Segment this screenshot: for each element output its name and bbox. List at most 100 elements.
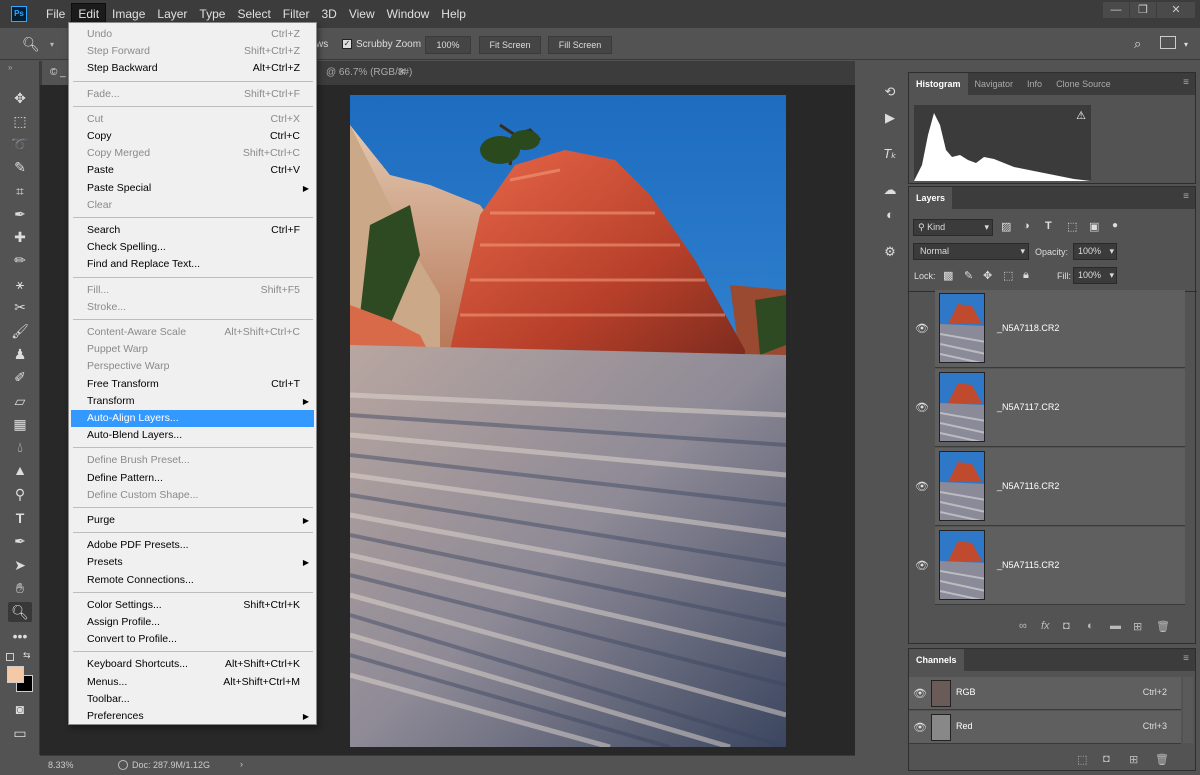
menu-item-transform[interactable]: Transform ▶ (71, 393, 314, 410)
layers-panel-menu-icon[interactable]: ≡ (1183, 191, 1189, 202)
layer-visibility-eye-icon[interactable]: 👁︎ (915, 480, 929, 493)
eyedropper-tool-icon[interactable]: ✒ (8, 204, 32, 224)
menu-item-auto-blend-layers[interactable]: Auto-Blend Layers... (71, 427, 314, 444)
screen-mode-icon[interactable]: ▭ (8, 723, 32, 743)
tool-preset-dropdown-icon[interactable]: ▾ (50, 40, 54, 49)
zoom-tool-button-icon[interactable]: 🔍︎ (8, 602, 32, 622)
layer-name[interactable]: _N5A7116.CR2 (997, 481, 1059, 491)
filter-pixel-icon[interactable]: ▨ (1001, 220, 1011, 233)
menu-item-auto-align-layers[interactable]: Auto-Align Layers... (71, 410, 314, 427)
menu-item-adobe-pdf-presets[interactable]: Adobe PDF Presets... (71, 537, 314, 554)
status-menu-arrow-icon[interactable]: › (240, 759, 243, 769)
document-photo[interactable] (350, 95, 786, 747)
menu-item-search[interactable]: Search Ctrl+F (71, 222, 314, 239)
libraries-icon[interactable]: ☁ (880, 180, 900, 200)
blend-mode-dropdown[interactable]: Normal ▾ (913, 243, 1029, 260)
quick-mask-icon[interactable]: ◙ (8, 699, 32, 719)
filter-shape-icon[interactable]: ⬚ (1067, 220, 1077, 233)
move-tool-icon[interactable]: ✥ (8, 88, 32, 108)
delete-layer-icon[interactable]: 🗑︎ (1156, 620, 1170, 633)
type-tool-icon[interactable]: T (8, 508, 32, 528)
actions-play-icon[interactable]: ▶ (880, 108, 900, 128)
lock-image-icon[interactable]: ✎ (964, 269, 973, 282)
tab-channels[interactable]: Channels (909, 649, 964, 671)
menu-item-toolbar[interactable]: Toolbar... (71, 691, 314, 708)
layer-style-icon[interactable]: fx (1041, 620, 1050, 632)
workspace-icon[interactable] (1160, 36, 1176, 49)
tab-info[interactable]: Info (1020, 73, 1049, 95)
save-selection-icon[interactable]: ◘ (1103, 753, 1110, 765)
lock-artboard-icon[interactable]: ⬚ (1003, 269, 1013, 282)
layer-visibility-eye-icon[interactable]: 👁︎ (915, 322, 929, 335)
layer-name[interactable]: _N5A7117.CR2 (997, 402, 1059, 412)
channel-row[interactable]: 👁︎ RGB Ctrl+2 (909, 677, 1181, 710)
lasso-tool-icon[interactable]: ➰ (8, 134, 32, 154)
art-brush-tool-icon[interactable]: 🖌︎ (8, 321, 32, 341)
workspace-dropdown-icon[interactable]: ▾ (1184, 40, 1188, 49)
layer-row[interactable]: _N5A7118.CR2 (935, 290, 1185, 368)
dodge-tool-icon[interactable]: ▲ (8, 460, 32, 480)
default-colors-icon[interactable] (6, 653, 14, 661)
maximize-button[interactable]: ❐ (1130, 2, 1156, 18)
fit-screen-button[interactable]: Fit Screen (479, 36, 541, 54)
search-icon[interactable]: ⌕ (1134, 36, 1141, 52)
load-selection-icon[interactable]: ⬚ (1077, 753, 1087, 766)
menu-item-paste-special[interactable]: Paste Special ▶ (71, 180, 314, 197)
hand-tool-icon[interactable]: ✋︎ (8, 578, 32, 598)
tab-histogram[interactable]: Histogram (909, 73, 968, 95)
filter-adjustment-icon[interactable]: ◑ (1023, 220, 1030, 232)
menu-item-define-pattern[interactable]: Define Pattern... (71, 470, 314, 487)
menu-item-paste[interactable]: Paste Ctrl+V (71, 162, 314, 179)
edit-toolbar-icon[interactable]: ••• (8, 626, 32, 646)
swap-colors-icon[interactable]: ⇆ (23, 650, 31, 661)
mixer-brush-tool-icon[interactable]: ✐ (8, 367, 32, 387)
burn-tool-icon[interactable]: ⚲ (8, 484, 32, 504)
history-brush-tool-icon[interactable]: ✂ (8, 297, 32, 317)
channel-visibility-eye-icon[interactable]: 👁︎ (913, 721, 927, 734)
channels-scrollbar[interactable] (1183, 677, 1193, 743)
histogram-panel-menu-icon[interactable]: ≡ (1183, 77, 1189, 88)
lock-position-icon[interactable]: ✥ (983, 269, 992, 282)
blur-tool-icon[interactable]: 💧︎ (8, 437, 32, 457)
menu-file[interactable]: File (40, 0, 71, 28)
lock-transparent-icon[interactable]: ▩ (943, 269, 953, 282)
brush-tool-icon[interactable]: ✏ (8, 250, 32, 270)
layer-visibility-eye-icon[interactable]: 👁︎ (915, 401, 929, 414)
menu-help[interactable]: Help (435, 0, 472, 28)
menu-item-assign-profile[interactable]: Assign Profile... (71, 614, 314, 631)
layer-name[interactable]: _N5A7118.CR2 (997, 323, 1059, 333)
path-selection-tool-icon[interactable]: ➤ (8, 555, 32, 575)
close-tab-icon[interactable]: ✕ (398, 61, 406, 85)
tab-navigator[interactable]: Navigator (968, 73, 1021, 95)
tab-layers[interactable]: Layers (909, 187, 953, 209)
quick-selection-tool-icon[interactable]: ✎ (8, 157, 32, 177)
menu-item-menus[interactable]: Menus... Alt+Shift+Ctrl+M (71, 674, 314, 691)
gradient-tool-icon[interactable]: ▦ (8, 414, 32, 434)
new-layer-icon[interactable]: ⊞ (1133, 620, 1142, 633)
fill-field[interactable]: 100% ▾ (1073, 267, 1117, 284)
filter-type-icon[interactable]: T (1045, 220, 1052, 232)
minimize-button[interactable]: — (1103, 2, 1129, 18)
menu-window[interactable]: Window (381, 0, 436, 28)
link-layers-icon[interactable]: ∞ (1019, 620, 1027, 632)
menu-item-preferences[interactable]: Preferences ▶ (71, 708, 314, 725)
lock-all-icon[interactable]: 🔒︎ (1023, 269, 1029, 282)
channel-row[interactable]: 👁︎ Red Ctrl+3 (909, 711, 1181, 744)
foreground-color-swatch[interactable] (7, 666, 24, 683)
menu-item-step-backward[interactable]: Step Backward Alt+Ctrl+Z (71, 60, 314, 77)
layer-row[interactable]: _N5A7115.CR2 (935, 527, 1185, 605)
zoom-tool-icon[interactable]: 🔍︎ (22, 36, 40, 53)
zoom-100-button[interactable]: 100% (425, 36, 471, 54)
filter-smart-object-icon[interactable]: ▣ (1089, 220, 1099, 233)
marquee-tool-icon[interactable]: ⬚ (8, 111, 32, 131)
menu-3d[interactable]: 3D (315, 0, 342, 28)
menu-item-presets[interactable]: Presets ▶ (71, 554, 314, 571)
opacity-field[interactable]: 100% ▾ (1073, 243, 1117, 260)
menu-item-free-transform[interactable]: Free Transform Ctrl+T (71, 376, 314, 393)
zoom-level[interactable]: 8.33% (48, 760, 74, 770)
menu-item-copy[interactable]: Copy Ctrl+C (71, 128, 314, 145)
menu-item-find-and-replace-text[interactable]: Find and Replace Text... (71, 256, 314, 273)
menu-view[interactable]: View (343, 0, 381, 28)
add-mask-icon[interactable]: ◘ (1063, 620, 1070, 632)
fill-screen-button[interactable]: Fill Screen (548, 36, 612, 54)
